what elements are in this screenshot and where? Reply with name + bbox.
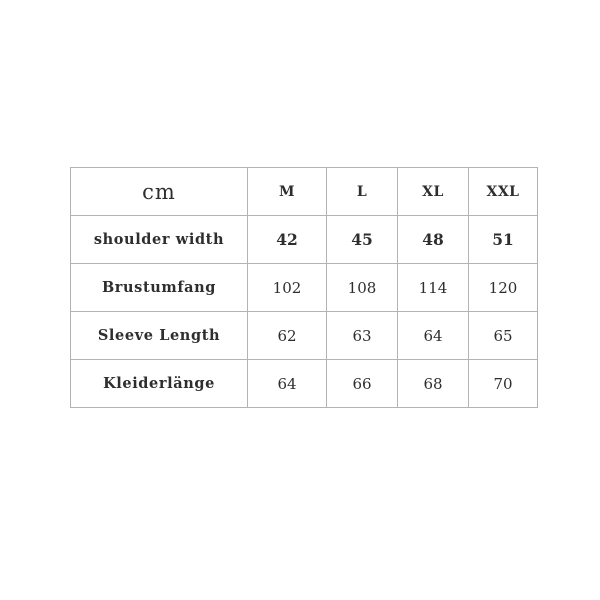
table-row: Kleiderlänge 64 66 68 70 — [70, 359, 538, 408]
table-row: Brustumfang 102 108 114 120 — [70, 263, 538, 312]
size-chart-page: cm M L XL XXL shoulder width 42 45 48 51… — [0, 0, 600, 600]
size-header-m: M — [247, 167, 327, 216]
measurement-value: 51 — [468, 215, 538, 264]
measurement-value: 102 — [247, 263, 327, 312]
measurement-value: 68 — [397, 359, 469, 408]
measurement-label: shoulder width — [70, 215, 248, 264]
measurement-value: 66 — [326, 359, 398, 408]
measurement-value: 65 — [468, 311, 538, 360]
measurement-label: Sleeve Length — [70, 311, 248, 360]
measurement-value: 64 — [397, 311, 469, 360]
table-row: Sleeve Length 62 63 64 65 — [70, 311, 538, 360]
measurement-value: 70 — [468, 359, 538, 408]
measurement-value: 63 — [326, 311, 398, 360]
measurement-value: 120 — [468, 263, 538, 312]
measurement-value: 48 — [397, 215, 469, 264]
size-chart-table: cm M L XL XXL shoulder width 42 45 48 51… — [70, 167, 538, 408]
measurement-value: 64 — [247, 359, 327, 408]
measurement-value: 42 — [247, 215, 327, 264]
size-header-xxl: XXL — [468, 167, 538, 216]
size-header-xl: XL — [397, 167, 469, 216]
table-header-row: cm M L XL XXL — [70, 167, 538, 216]
table-row: shoulder width 42 45 48 51 — [70, 215, 538, 264]
size-header-l: L — [326, 167, 398, 216]
measurement-value: 62 — [247, 311, 327, 360]
unit-label-cell: cm — [70, 167, 248, 216]
measurement-label: Kleiderlänge — [70, 359, 248, 408]
measurement-value: 45 — [326, 215, 398, 264]
measurement-value: 108 — [326, 263, 398, 312]
measurement-label: Brustumfang — [70, 263, 248, 312]
measurement-value: 114 — [397, 263, 469, 312]
